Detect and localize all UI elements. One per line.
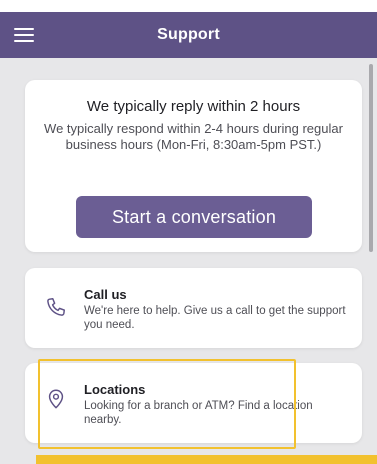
hamburger-menu-icon[interactable] [12, 25, 36, 45]
phone-icon [47, 298, 65, 316]
location-pin-icon [48, 389, 64, 409]
call-us-title: Call us [84, 287, 127, 302]
support-screen: Support We typically reply within 2 hour… [0, 0, 377, 464]
call-us-card[interactable]: Call us We're here to help. Give us a ca… [25, 268, 362, 348]
scrollbar[interactable] [369, 64, 373, 252]
locations-description: Looking for a branch or ATM? Find a loca… [84, 400, 313, 426]
reply-time-description: We typically respond within 2-4 hours du… [44, 121, 343, 152]
start-conversation-button[interactable]: Start a conversation [76, 196, 312, 238]
app-header: Support [0, 12, 377, 58]
locations-card[interactable]: Locations Looking for a branch or ATM? F… [25, 363, 362, 443]
reply-time-card: We typically reply within 2 hours We typ… [25, 80, 362, 252]
reply-time-title: We typically reply within 2 hours [86, 98, 301, 115]
status-strip [0, 0, 377, 12]
highlight-bar [36, 455, 377, 464]
locations-title: Locations [84, 382, 146, 397]
page-title: Support [157, 26, 220, 43]
call-us-description: We're here to help. Give us a call to ge… [84, 305, 346, 331]
